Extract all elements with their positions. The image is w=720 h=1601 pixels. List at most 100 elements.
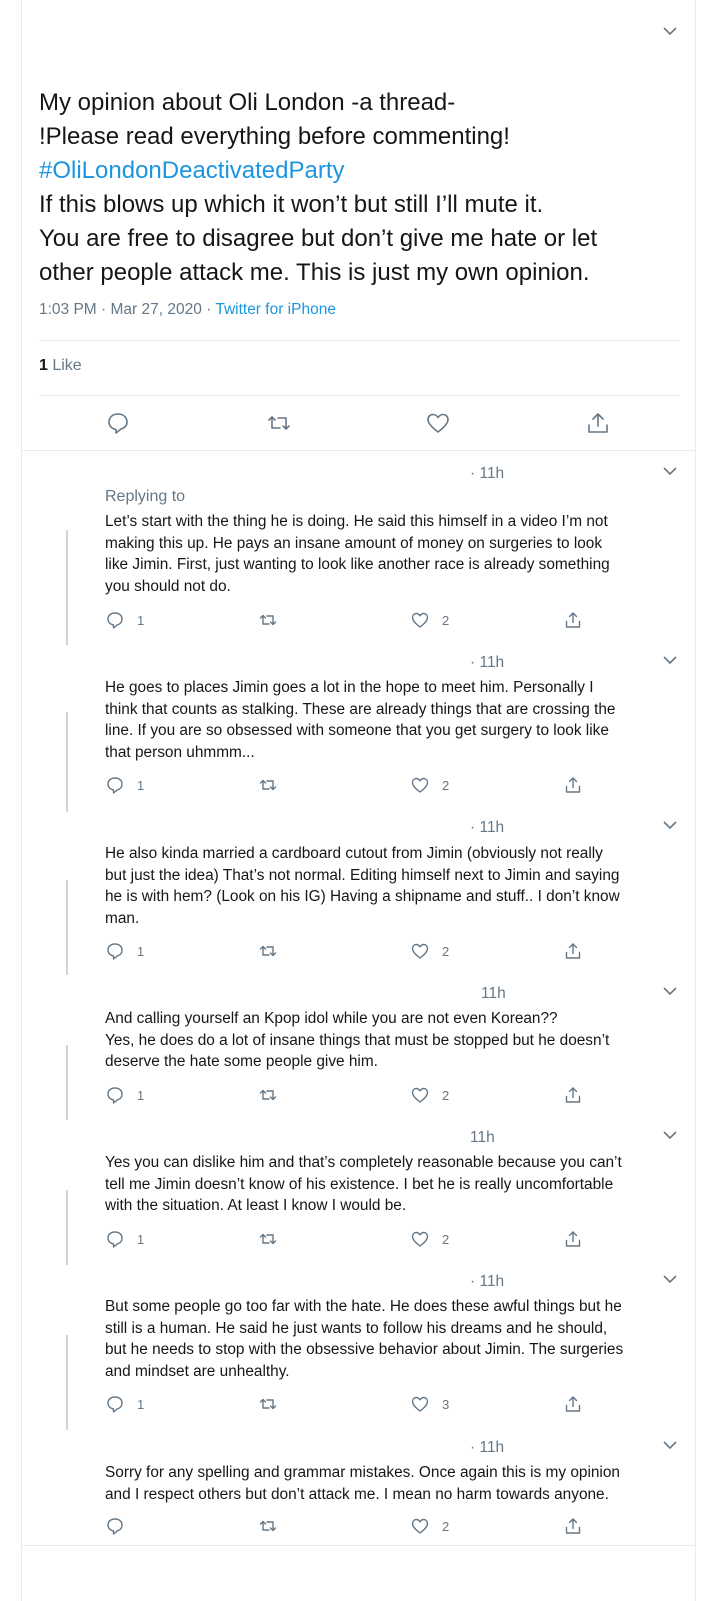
retweet-icon (259, 1398, 277, 1410)
divider (39, 340, 679, 341)
chevron-down-icon[interactable] (660, 461, 680, 481)
retweet-button[interactable] (258, 610, 278, 630)
share-icon (565, 777, 581, 793)
reply-count: 1 (137, 1396, 145, 1412)
hashtag-link[interactable]: #OliLondonDeactivatedParty (39, 154, 679, 188)
share-icon (565, 1087, 581, 1103)
reply-icon (107, 1231, 123, 1248)
retweet-icon (259, 1089, 277, 1101)
reply-icon (107, 612, 123, 629)
reply-button[interactable]: 1 (105, 941, 144, 961)
reply-text: And calling yourself an Kpop idol while … (105, 1010, 610, 1070)
reply-time[interactable]: 11h (470, 1129, 495, 1147)
likes-count[interactable]: 1 Like (39, 357, 82, 375)
like-count: 3 (442, 1396, 450, 1412)
chevron-down-icon[interactable] (660, 650, 680, 670)
retweet-button[interactable] (258, 1516, 278, 1536)
reply-button[interactable]: 1 (105, 775, 144, 795)
share-button[interactable] (563, 775, 583, 795)
share-button[interactable] (563, 1085, 583, 1105)
like-count: 2 (442, 612, 450, 628)
reply-button[interactable]: 1 (105, 610, 144, 630)
reply-time[interactable]: · 11h (470, 1273, 504, 1291)
replying-to-label: Replying to (105, 488, 186, 505)
reply-icon (107, 1087, 123, 1104)
retweet-icon (259, 1520, 277, 1532)
reply-time[interactable]: · 11h (470, 654, 504, 672)
divider (39, 395, 679, 396)
share-icon (565, 1231, 581, 1247)
share-button[interactable] (563, 941, 583, 961)
reply-time[interactable]: · 11h (470, 819, 504, 837)
divider (21, 450, 696, 451)
share-button[interactable] (563, 1394, 583, 1414)
retweet-button[interactable] (258, 1085, 278, 1105)
reply-button[interactable]: 1 (105, 1085, 144, 1105)
retweet-icon (259, 1233, 277, 1245)
like-count: 2 (442, 1231, 450, 1247)
share-button[interactable] (563, 1516, 583, 1536)
thread-line (66, 880, 68, 975)
share-icon (565, 1396, 581, 1412)
like-button[interactable]: 2 (410, 610, 449, 630)
like-icon (411, 943, 429, 959)
reply-time[interactable]: · 11h (470, 1439, 504, 1457)
thread-line (66, 712, 68, 812)
tweet-source-link[interactable]: Twitter for iPhone (215, 301, 336, 318)
like-button[interactable]: 2 (410, 1229, 449, 1249)
thread-line (66, 530, 68, 645)
like-button[interactable]: 3 (410, 1394, 449, 1414)
like-icon[interactable] (425, 410, 451, 436)
main-tweet-line: My opinion about Oli London -a thread- (39, 89, 456, 116)
chevron-down-icon[interactable] (660, 815, 680, 835)
reply-time[interactable]: 11h (481, 985, 506, 1003)
reply-icon (107, 943, 123, 960)
reply-count: 1 (137, 1231, 145, 1247)
retweet-button[interactable] (258, 1229, 278, 1249)
like-icon (411, 1087, 429, 1103)
like-button[interactable]: 2 (410, 1085, 449, 1105)
reply-count: 1 (137, 612, 145, 628)
retweet-button[interactable] (258, 941, 278, 961)
reply-button[interactable]: 1 (105, 1394, 144, 1414)
reply-text: Sorry for any spelling and grammar mista… (105, 1464, 620, 1503)
chevron-down-icon[interactable] (660, 1435, 680, 1455)
reply-text: Yes you can dislike him and that’s compl… (105, 1154, 622, 1214)
chevron-down-icon[interactable] (660, 1269, 680, 1289)
like-icon (411, 777, 429, 793)
reply-icon[interactable] (105, 410, 131, 436)
chevron-down-icon[interactable] (660, 21, 680, 41)
retweet-icon (259, 614, 277, 626)
like-count: 2 (442, 943, 450, 959)
reply-text: He goes to places Jimin goes a lot in th… (105, 679, 616, 761)
share-icon (565, 1518, 581, 1534)
reply-icon (107, 1518, 123, 1535)
like-icon (411, 1231, 429, 1247)
chevron-down-icon[interactable] (660, 981, 680, 1001)
reply-button[interactable]: 1 (105, 1229, 144, 1249)
reply-count: 1 (137, 943, 145, 959)
retweet-icon (259, 945, 277, 957)
retweet-button[interactable] (258, 775, 278, 795)
retweet-button[interactable] (258, 1394, 278, 1414)
like-button[interactable]: 2 (410, 941, 449, 961)
thread-line (66, 1045, 68, 1120)
reply-icon (107, 777, 123, 794)
share-button[interactable] (563, 1229, 583, 1249)
like-button[interactable]: 2 (410, 775, 449, 795)
share-icon[interactable] (585, 410, 611, 436)
like-icon (411, 612, 429, 628)
chevron-down-icon[interactable] (660, 1125, 680, 1145)
like-count: 2 (442, 1087, 450, 1103)
tweet-timestamp[interactable]: 1:03 PM · Mar 27, 2020 · (39, 301, 215, 318)
share-icon (565, 612, 581, 628)
thread-line (66, 1335, 68, 1430)
reply-count: 1 (137, 1087, 145, 1103)
main-tweet-line: other people attack me. This is just my … (39, 259, 590, 286)
reply-time[interactable]: · 11h (470, 465, 504, 483)
reply-text: But some people go too far with the hate… (105, 1298, 624, 1380)
retweet-icon[interactable] (266, 410, 292, 436)
share-button[interactable] (563, 610, 583, 630)
like-button[interactable]: 2 (410, 1516, 449, 1536)
reply-button[interactable] (105, 1516, 125, 1536)
